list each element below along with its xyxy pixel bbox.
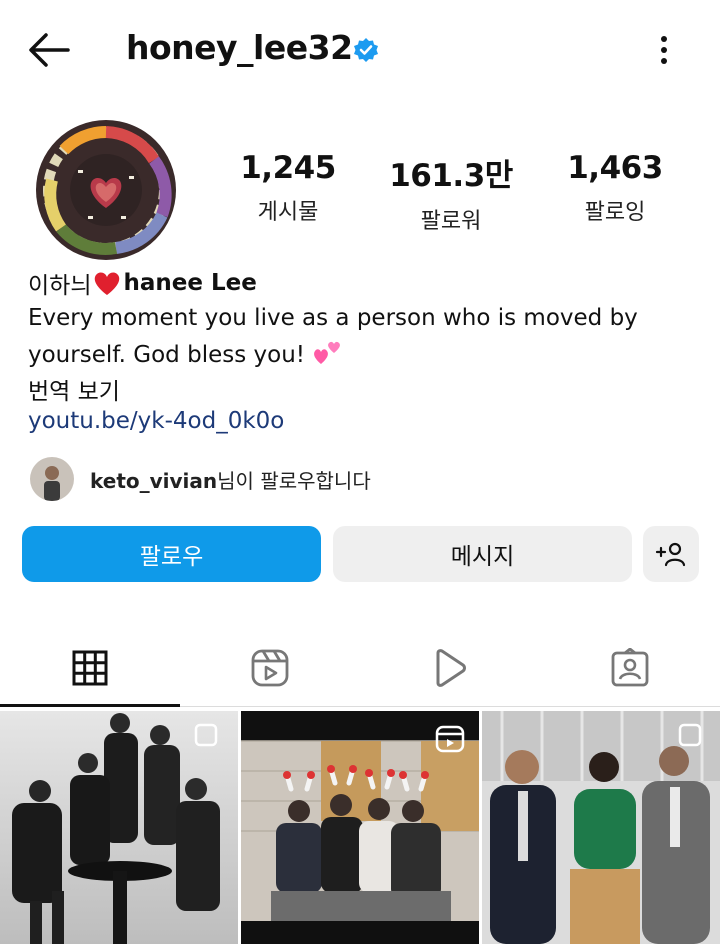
add-user-icon: [655, 542, 686, 567]
name-english: hanee Lee: [123, 270, 257, 296]
mutual-follower-text: keto_vivian님이 팔로우합니다: [90, 465, 371, 494]
grid-icon: [72, 650, 108, 686]
top-bar: honey_lee32: [0, 0, 720, 100]
mutual-follower-username[interactable]: keto_vivian: [90, 469, 217, 493]
verified-badge-icon: [354, 38, 378, 62]
post-thumbnail[interactable]: [0, 711, 238, 944]
profile-tabs: [0, 630, 720, 706]
add-user-button[interactable]: [643, 526, 699, 582]
back-arrow-icon[interactable]: [26, 30, 72, 70]
tab-tagged[interactable]: [540, 630, 720, 706]
post-thumbnail[interactable]: [241, 711, 479, 944]
mutual-follower-avatar: [30, 457, 74, 501]
profile-avatar[interactable]: [36, 120, 176, 260]
tab-posts[interactable]: [0, 630, 180, 706]
follow-button[interactable]: 팔로우: [22, 526, 321, 582]
post-thumbnail[interactable]: [482, 711, 720, 944]
profile-bio: Every moment you live as a person who is…: [28, 300, 698, 373]
stat-posts[interactable]: 1,245 게시물: [213, 150, 363, 226]
stat-followers[interactable]: 161.3만 팔로워: [376, 150, 526, 235]
message-button[interactable]: 메시지: [333, 526, 632, 582]
tagged-icon: [611, 648, 649, 687]
more-options-icon[interactable]: [650, 32, 678, 68]
stat-following-count: 1,463: [567, 150, 663, 186]
tab-videos[interactable]: [360, 630, 540, 706]
translate-link[interactable]: 번역 보기: [28, 372, 120, 406]
post-image: [241, 711, 479, 944]
stat-followers-count: 161.3만: [389, 158, 513, 194]
profile-username: honey_lee32: [126, 28, 353, 67]
profile-full-name: 이하늬 hanee Lee: [28, 266, 257, 300]
reels-icon: [251, 649, 289, 687]
post-image: [482, 711, 720, 944]
avatar-image: [36, 120, 176, 260]
two-hearts-icon: [314, 341, 341, 364]
mutual-follower-row[interactable]: keto_vivian님이 팔로우합니다: [30, 457, 371, 501]
profile-link[interactable]: youtu.be/yk-4od_0k0o: [28, 408, 284, 434]
stat-posts-count: 1,245: [240, 150, 336, 186]
active-tab-indicator: [0, 704, 180, 707]
tab-reels[interactable]: [180, 630, 360, 706]
stat-followers-label: 팔로워: [420, 209, 482, 234]
play-icon: [436, 649, 466, 687]
post-image: [0, 711, 238, 944]
red-heart-icon: [95, 272, 120, 295]
stat-following-label: 팔로잉: [584, 200, 646, 225]
mutual-follower-suffix: 님이 팔로우합니다: [217, 468, 371, 493]
name-korean: 이하늬: [28, 273, 92, 299]
stat-posts-label: 게시물: [257, 200, 319, 225]
stat-following[interactable]: 1,463 팔로잉: [540, 150, 690, 226]
